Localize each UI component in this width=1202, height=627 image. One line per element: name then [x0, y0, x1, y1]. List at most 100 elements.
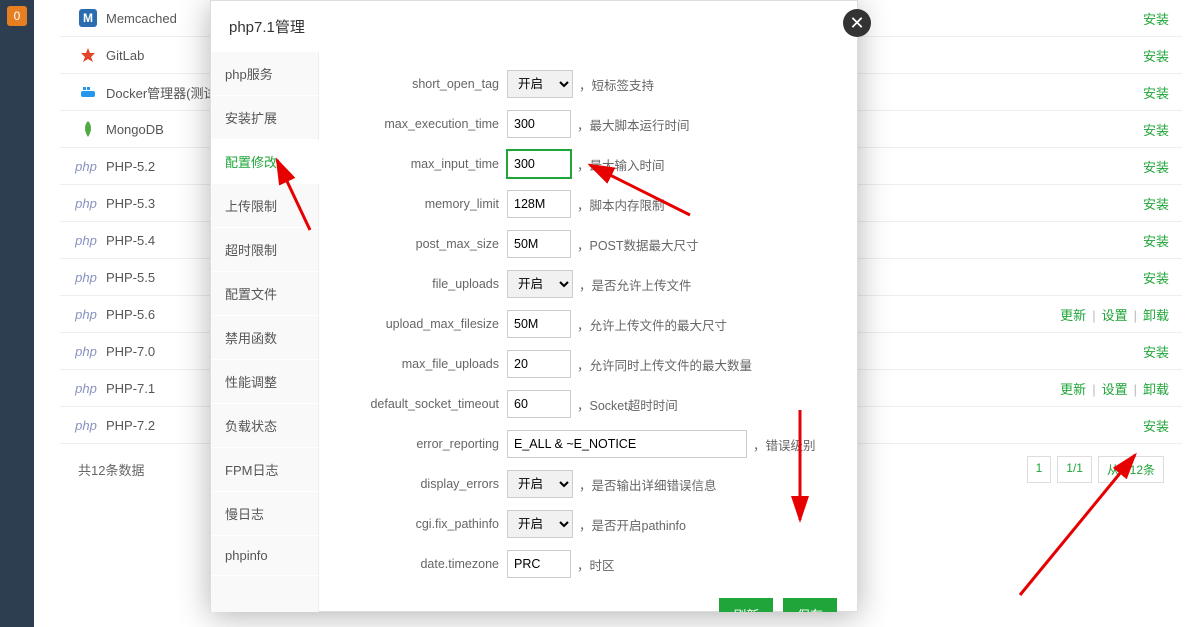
pager-summary: 共12条数据 [78, 460, 144, 479]
install-link[interactable]: 安装 [1143, 419, 1169, 434]
php-icon: php [78, 156, 98, 176]
field-desc: ，Socket超时时间 [577, 395, 678, 414]
field-label: max_file_uploads [339, 357, 499, 371]
pager-range: 从1-12条 [1098, 456, 1164, 483]
install-link[interactable]: 安装 [1143, 86, 1169, 101]
modal-tab-1[interactable]: 安装扩展 [211, 96, 318, 140]
form-row: upload_max_filesize ，允许上传文件的最大尺寸 [339, 310, 837, 338]
form-row: display_errors 开启 ，是否输出详细错误信息 [339, 470, 837, 498]
pager-current[interactable]: 1 [1027, 456, 1052, 483]
field-label: cgi.fix_pathinfo [339, 517, 499, 531]
field-label: short_open_tag [339, 77, 499, 91]
short_open_tag-select[interactable]: 开启 [507, 70, 573, 98]
modal-tabs: php服务安装扩展配置修改上传限制超时限制配置文件禁用函数性能调整负载状态FPM… [211, 52, 319, 612]
memcached-icon: M [78, 8, 98, 28]
save-button[interactable]: 保存 [783, 598, 837, 612]
field-desc: ，允许上传文件的最大尺寸 [577, 315, 727, 334]
field-desc: ，是否输出详细错误信息 [579, 475, 717, 494]
field-desc: ，允许同时上传文件的最大数量 [577, 355, 752, 374]
field-desc: ，短标签支持 [579, 75, 654, 94]
modal-tab-6[interactable]: 禁用函数 [211, 316, 318, 360]
field-desc: ，脚本内存限制 [577, 195, 665, 214]
form-row: short_open_tag 开启 ，短标签支持 [339, 70, 837, 98]
form-row: memory_limit，脚本内存限制 [339, 190, 837, 218]
error_reporting-input[interactable] [507, 430, 747, 458]
update-link[interactable]: 更新 [1060, 382, 1086, 397]
file_uploads-select[interactable]: 开启 [507, 270, 573, 298]
form-row: post_max_size，POST数据最大尺寸 [339, 230, 837, 258]
install-link[interactable]: 安装 [1143, 271, 1169, 286]
modal-tab-0[interactable]: php服务 [211, 52, 318, 96]
install-link[interactable]: 安装 [1143, 123, 1169, 138]
modal-tab-9[interactable]: FPM日志 [211, 448, 318, 492]
gitlab-icon [78, 45, 98, 65]
mongodb-icon [78, 119, 98, 139]
settings-link[interactable]: 设置 [1102, 308, 1128, 323]
cgi.fix_pathinfo-select[interactable]: 开启 [507, 510, 573, 538]
php-icon: php [78, 341, 98, 361]
modal-content: short_open_tag 开启 ，短标签支持 max_execution_time… [319, 52, 857, 612]
modal-tab-4[interactable]: 超时限制 [211, 228, 318, 272]
field-desc: ，错误级别 [753, 435, 816, 454]
php-icon: php [78, 267, 98, 287]
left-sidebar: 0 [0, 0, 34, 627]
form-row: default_socket_timeout ，Socket超时时间 [339, 390, 837, 418]
install-link[interactable]: 安装 [1143, 234, 1169, 249]
modal-tab-8[interactable]: 负载状态 [211, 404, 318, 448]
max_file_uploads-input[interactable] [507, 350, 571, 378]
memory_limit-input[interactable] [507, 190, 571, 218]
form-row: file_uploads 开启 ，是否允许上传文件 [339, 270, 837, 298]
install-link[interactable]: 安装 [1143, 345, 1169, 360]
modal-tab-5[interactable]: 配置文件 [211, 272, 318, 316]
field-label: upload_max_filesize [339, 317, 499, 331]
php-icon: php [78, 193, 98, 213]
uninstall-link[interactable]: 卸载 [1143, 382, 1169, 397]
form-row: error_reporting ，错误级别 [339, 430, 837, 458]
max_execution_time-input[interactable] [507, 110, 571, 138]
form-row: cgi.fix_pathinfo开启，是否开启pathinfo [339, 510, 837, 538]
post_max_size-input[interactable] [507, 230, 571, 258]
field-desc: ，时区 [577, 555, 615, 574]
field-desc: ，POST数据最大尺寸 [577, 235, 699, 254]
modal-title: php7.1管理 [211, 1, 857, 52]
field-label: error_reporting [339, 437, 499, 451]
max_input_time-input[interactable] [507, 150, 571, 178]
modal-tab-2[interactable]: 配置修改 [211, 140, 319, 184]
modal-tab-10[interactable]: 慢日志 [211, 492, 318, 536]
install-link[interactable]: 安装 [1143, 49, 1169, 64]
install-link[interactable]: 安装 [1143, 12, 1169, 27]
docker-icon [78, 82, 98, 102]
form-row: max_input_time ，最大输入时间 [339, 150, 837, 178]
upload_max_filesize-input[interactable] [507, 310, 571, 338]
modal-tab-7[interactable]: 性能调整 [211, 360, 318, 404]
date.timezone-input[interactable] [507, 550, 571, 578]
default_socket_timeout-input[interactable] [507, 390, 571, 418]
svg-text:M: M [83, 11, 93, 25]
field-desc: ，最大脚本运行时间 [577, 115, 690, 134]
php-icon: php [78, 415, 98, 435]
field-desc: ，是否允许上传文件 [579, 275, 692, 294]
form-row: max_execution_time ，最大脚本运行时间 [339, 110, 837, 138]
form-row: max_file_uploads ，允许同时上传文件的最大数量 [339, 350, 837, 378]
php-icon: php [78, 378, 98, 398]
pager-total: 1/1 [1057, 456, 1092, 483]
field-label: file_uploads [339, 277, 499, 291]
uninstall-link[interactable]: 卸载 [1143, 308, 1169, 323]
field-label: display_errors [339, 477, 499, 491]
field-label: max_input_time [339, 157, 499, 171]
field-label: max_execution_time [339, 117, 499, 131]
refresh-button[interactable]: 刷新 [719, 598, 773, 612]
display_errors-select[interactable]: 开启 [507, 470, 573, 498]
modal-tab-11[interactable]: phpinfo [211, 536, 318, 576]
modal-tab-3[interactable]: 上传限制 [211, 184, 318, 228]
install-link[interactable]: 安装 [1143, 160, 1169, 175]
update-badge[interactable]: 0 [7, 6, 27, 26]
close-icon[interactable]: ✕ [843, 9, 871, 37]
php-icon: php [78, 230, 98, 250]
field-label: default_socket_timeout [339, 397, 499, 411]
form-row: date.timezone，时区 [339, 550, 837, 578]
settings-link[interactable]: 设置 [1102, 382, 1128, 397]
install-link[interactable]: 安装 [1143, 197, 1169, 212]
field-desc: ，最大输入时间 [577, 155, 665, 174]
update-link[interactable]: 更新 [1060, 308, 1086, 323]
